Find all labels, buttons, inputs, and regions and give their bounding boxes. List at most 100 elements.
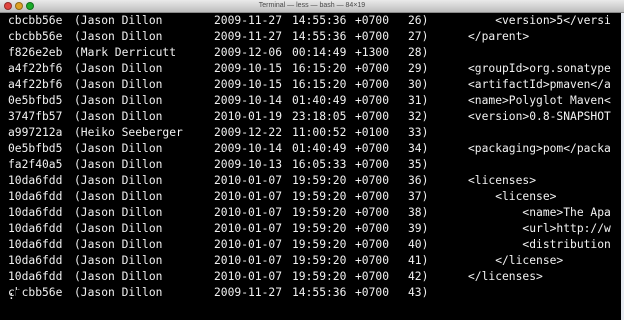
line-number: 36): [408, 174, 429, 187]
commit-timezone: +0700: [355, 110, 390, 123]
commit-author: (Jason Dillon: [74, 238, 163, 251]
source-code: <licenses>: [468, 174, 537, 187]
blame-line: 0e5bfbd5 (Jason Dillon 2009-10-14 01:40:49 +…: [0, 141, 624, 157]
commit-date: 2009-10-15: [214, 62, 283, 75]
commit-author: (Jason Dillon: [74, 254, 163, 267]
line-number: 27): [408, 30, 429, 43]
commit-timezone: +0700: [355, 94, 390, 107]
commit-time: 01:40:49: [292, 94, 347, 107]
window-title: Terminal — less — bash — 84×19: [258, 2, 366, 9]
commit-author: (Jason Dillon: [74, 270, 163, 283]
terminal-screen[interactable]: cbcbb56e (Jason Dillon 2009-11-27 14:55:36 +…: [0, 13, 624, 320]
commit-author: (Jason Dillon: [74, 14, 163, 27]
line-number: 34): [408, 142, 429, 155]
commit-time: 16:15:20: [292, 62, 347, 75]
commit-timezone: +0700: [355, 174, 390, 187]
commit-timezone: +0700: [355, 286, 390, 299]
line-number: 33): [408, 126, 429, 139]
source-code: <version>5</versi: [468, 14, 611, 27]
commit-timezone: +0700: [355, 158, 390, 171]
commit-date: 2009-10-14: [214, 94, 283, 107]
source-code: <url>http://w: [468, 222, 611, 235]
line-number: 37): [408, 190, 429, 203]
blame-line: 10da6fdd (Jason Dillon 2010-01-07 19:59:20 +…: [0, 173, 624, 189]
commit-time: 14:55:36: [292, 286, 347, 299]
commit-time: 16:15:20: [292, 78, 347, 91]
commit-date: 2009-11-27: [214, 286, 283, 299]
commit-author: (Heiko Seeberger: [74, 126, 183, 139]
commit-timezone: +0700: [355, 254, 390, 267]
commit-timezone: +0100: [355, 126, 390, 139]
commit-date: 2009-12-06: [214, 46, 283, 59]
window-titlebar[interactable]: Terminal — less — bash — 84×19: [0, 0, 624, 13]
blame-line: 10da6fdd (Jason Dillon 2010-01-07 19:59:20 +…: [0, 253, 624, 269]
commit-hash: 10da6fdd: [8, 222, 63, 235]
commit-author: (Jason Dillon: [74, 110, 163, 123]
source-code: </license>: [468, 254, 564, 267]
commit-time: 19:59:20: [292, 238, 347, 251]
commit-author: (Jason Dillon: [74, 30, 163, 43]
commit-timezone: +0700: [355, 78, 390, 91]
commit-author: (Jason Dillon: [74, 222, 163, 235]
commit-date: 2009-10-15: [214, 78, 283, 91]
commit-time: 19:59:20: [292, 270, 347, 283]
line-number: 28): [408, 46, 429, 59]
commit-timezone: +0700: [355, 62, 390, 75]
commit-timezone: +0700: [355, 238, 390, 251]
commit-date: 2009-10-14: [214, 142, 283, 155]
line-number: 42): [408, 270, 429, 283]
blame-line: a4f22bf6 (Jason Dillon 2009-10-15 16:15:20 +…: [0, 61, 624, 77]
line-number: 31): [408, 94, 429, 107]
commit-time: 19:59:20: [292, 190, 347, 203]
commit-date: 2009-12-22: [214, 126, 283, 139]
commit-hash: a997212a: [8, 126, 63, 139]
blame-line: 10da6fdd (Jason Dillon 2010-01-07 19:59:20 +…: [0, 269, 624, 285]
commit-date: 2009-11-27: [214, 14, 283, 27]
source-code: <name>The Apa: [468, 206, 611, 219]
commit-date: 2010-01-07: [214, 206, 283, 219]
source-code: <distribution: [468, 238, 611, 251]
commit-time: 16:05:33: [292, 158, 347, 171]
line-number: 40): [408, 238, 429, 251]
commit-author: (Jason Dillon: [74, 190, 163, 203]
source-code: </licenses>: [468, 270, 543, 283]
less-prompt[interactable]: :: [8, 288, 15, 304]
commit-timezone: +0700: [355, 14, 390, 27]
blame-line: a4f22bf6 (Jason Dillon 2009-10-15 16:15:20 +…: [0, 77, 624, 93]
commit-hash: cbcbb56e: [8, 30, 63, 43]
blame-line: cbcbb56e (Jason Dillon 2009-11-27 14:55:36 +…: [0, 285, 624, 301]
source-code: </parent>: [468, 30, 530, 43]
commit-hash: 10da6fdd: [8, 190, 63, 203]
commit-timezone: +1300: [355, 46, 390, 59]
commit-hash: 0e5bfbd5: [8, 94, 63, 107]
commit-date: 2010-01-07: [214, 270, 283, 283]
commit-hash: 10da6fdd: [8, 270, 63, 283]
line-number: 32): [408, 110, 429, 123]
blame-line: 10da6fdd (Jason Dillon 2010-01-07 19:59:20 +…: [0, 189, 624, 205]
commit-date: 2010-01-07: [214, 238, 283, 251]
commit-author: (Jason Dillon: [74, 62, 163, 75]
blame-line: 3747fb57 (Jason Dillon 2010-01-19 23:18:05 +…: [0, 109, 624, 125]
blame-line: cbcbb56e (Jason Dillon 2009-11-27 14:55:36 +…: [0, 13, 624, 29]
commit-timezone: +0700: [355, 142, 390, 155]
commit-date: 2009-10-13: [214, 158, 283, 171]
line-number: 41): [408, 254, 429, 267]
commit-timezone: +0700: [355, 190, 390, 203]
commit-time: 14:55:36: [292, 14, 347, 27]
commit-hash: cbcbb56e: [8, 14, 63, 27]
source-code: <artifactId>pmaven</a: [468, 78, 611, 91]
commit-author: (Jason Dillon: [74, 174, 163, 187]
commit-author: (Jason Dillon: [74, 206, 163, 219]
source-code: <name>Polyglot Maven<: [468, 94, 611, 107]
commit-hash: 10da6fdd: [8, 254, 63, 267]
source-code: <license>: [468, 190, 557, 203]
commit-hash: 10da6fdd: [8, 206, 63, 219]
blame-line: fa2f40a5 (Jason Dillon 2009-10-13 16:05:33 +…: [0, 157, 624, 173]
commit-date: 2010-01-07: [214, 190, 283, 203]
line-number: 39): [408, 222, 429, 235]
blame-line: cbcbb56e (Jason Dillon 2009-11-27 14:55:36 +…: [0, 29, 624, 45]
text-cursor: [16, 290, 22, 302]
commit-timezone: +0700: [355, 222, 390, 235]
commit-author: (Jason Dillon: [74, 142, 163, 155]
commit-hash: 10da6fdd: [8, 238, 63, 251]
